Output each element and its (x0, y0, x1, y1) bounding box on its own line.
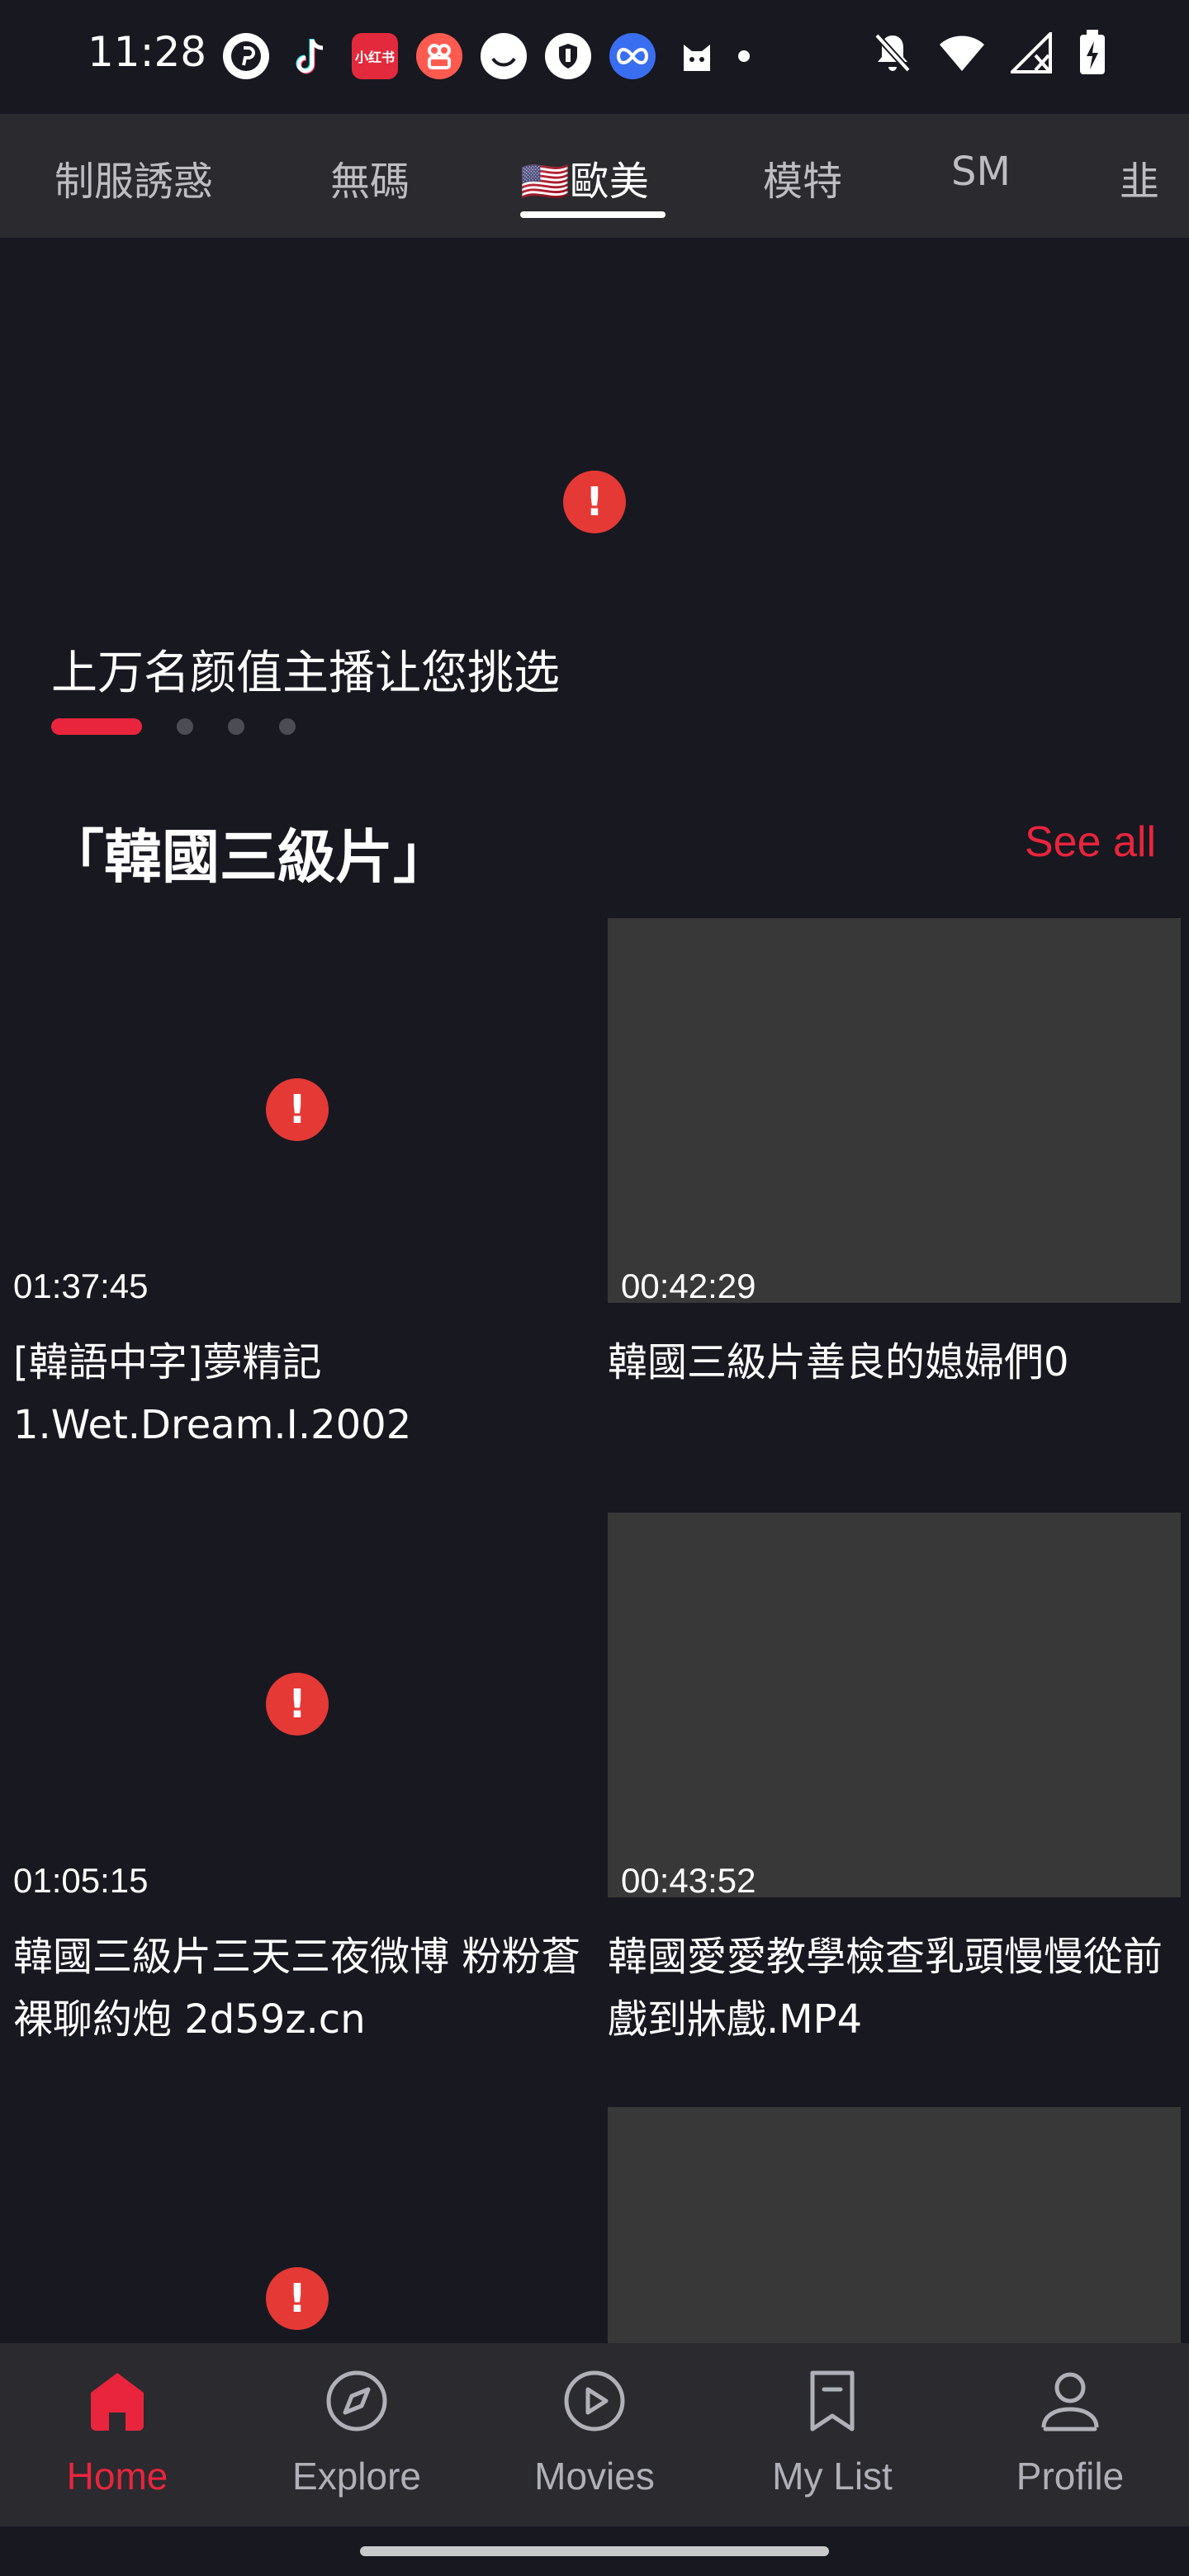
video-duration: 00:42:29 (621, 1267, 756, 1305)
nav-label: Movies (534, 2455, 655, 2498)
tab-sm[interactable]: SM (951, 149, 1011, 195)
nav-profile[interactable]: Profile (971, 2368, 1169, 2498)
video-thumbnail[interactable] (608, 918, 1181, 1303)
system-icons (872, 30, 1106, 76)
carousel-dot[interactable] (228, 718, 244, 735)
video-title[interactable]: 韓國三級片三天三夜微博 粉粉蒼 裸聊約炮 2d59z.cn (13, 1925, 586, 2051)
error-icon: ! (266, 2267, 329, 2330)
nav-label: My List (772, 2455, 893, 2498)
video-thumbnail[interactable]: ! (0, 918, 573, 1303)
category-tabs: 制服誘惑 無碼 🇺🇸歐美 模特 SM 韭 (0, 114, 1189, 238)
see-all-link[interactable]: See all (1025, 817, 1156, 867)
video-thumbnail[interactable]: ! (0, 1513, 573, 1897)
video-duration: 00:43:52 (621, 1861, 756, 1900)
carousel-dot-active[interactable] (51, 718, 142, 735)
status-bar: 11:28 小红书 (0, 0, 1189, 114)
video-thumbnail[interactable] (608, 2107, 1181, 2343)
play-icon (564, 2370, 625, 2432)
video-title[interactable]: 韓國三級片善良的媳婦們0 (608, 1331, 1181, 1394)
signal-icon (1011, 32, 1052, 73)
error-icon: ! (266, 1673, 329, 1735)
nav-label: Profile (1016, 2455, 1125, 2498)
video-duration: 01:05:15 (13, 1861, 149, 1900)
carousel-indicator (51, 718, 296, 735)
tiktok-icon (287, 33, 334, 79)
more-notifications-dot (738, 50, 750, 62)
banner-carousel[interactable]: ! 上万名颜值主播让您挑选 (0, 238, 1189, 750)
nav-home[interactable]: Home (18, 2368, 216, 2498)
home-icon (91, 2373, 144, 2431)
error-icon: ! (266, 1078, 329, 1141)
gesture-bar (0, 2526, 1189, 2576)
video-thumbnail[interactable]: ! (0, 2107, 573, 2343)
video-title[interactable]: [韓語中字]夢精記1.Wet.Dream.I.2002 (13, 1331, 586, 1456)
tab-uncensored[interactable]: 無碼 (330, 149, 410, 206)
nav-label: Home (66, 2455, 168, 2498)
wifi-icon (940, 36, 984, 71)
status-time: 11:28 (88, 28, 207, 76)
nav-label: Explore (292, 2455, 421, 2498)
user-icon (1041, 2372, 1099, 2432)
active-tab-indicator (520, 211, 666, 218)
banner-caption: 上万名颜值主播让您挑选 (51, 646, 560, 700)
tab-uniform[interactable]: 制服誘惑 (54, 149, 213, 206)
tab-more[interactable]: 韭 (1120, 149, 1159, 206)
tab-western[interactable]: 🇺🇸歐美 (520, 149, 649, 206)
video-duration: 01:37:45 (13, 1267, 149, 1305)
carousel-dot[interactable] (177, 718, 193, 735)
battery-charging-icon (1080, 30, 1105, 74)
compass-icon (326, 2370, 387, 2432)
bottom-navigation: Home Explore Movies My List Profile (0, 2343, 1189, 2526)
carousel-dot[interactable] (279, 718, 296, 735)
nav-explore[interactable]: Explore (258, 2368, 456, 2498)
home-indicator[interactable] (360, 2546, 829, 2556)
bell-off-icon (874, 33, 911, 73)
section-title: 「韓國三級片」 (46, 823, 451, 891)
shield-icon (545, 33, 591, 79)
kuaishou-icon (416, 33, 462, 79)
nav-movies[interactable]: Movies (495, 2368, 694, 2498)
notification-icons: 小红书 (223, 31, 750, 81)
cat-icon (674, 33, 720, 79)
ghost-icon (481, 33, 527, 79)
tab-model[interactable]: 模特 (763, 149, 842, 206)
bookmark-icon (810, 2370, 855, 2432)
nav-my-list[interactable]: My List (733, 2368, 931, 2498)
video-title[interactable]: 韓國愛愛教學檢查乳頭慢慢從前戲到牀戲.MP4 (608, 1925, 1181, 2051)
video-thumbnail[interactable] (608, 1513, 1181, 1897)
error-icon: ! (563, 471, 626, 533)
xiaohongshu-icon: 小红书 (352, 33, 398, 79)
pinterest-icon (223, 33, 269, 79)
meta-icon (609, 33, 656, 79)
